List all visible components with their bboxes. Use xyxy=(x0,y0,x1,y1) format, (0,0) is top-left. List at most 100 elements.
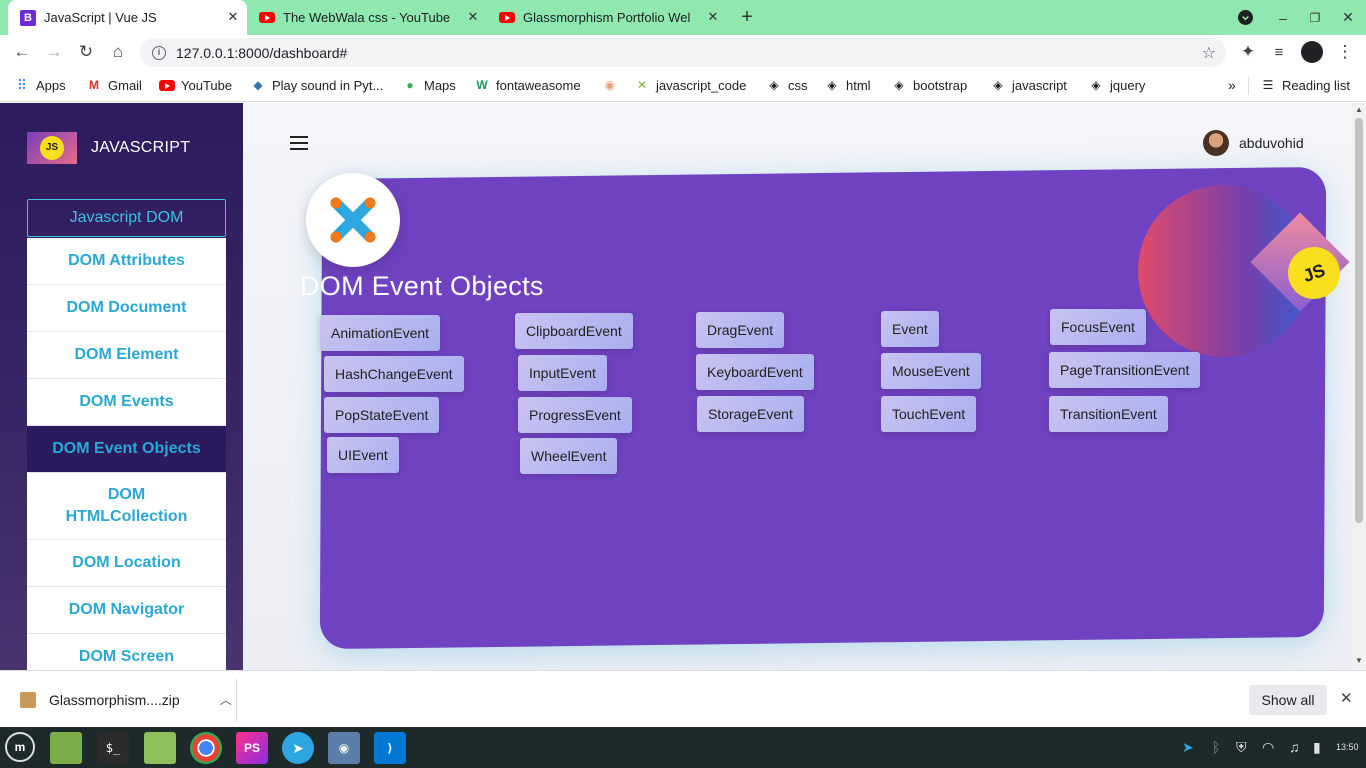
bookmark-bootstrap[interactable]: ◈ bootstrap xyxy=(891,76,967,94)
event-chip-clipboardevent[interactable]: ClipboardEvent xyxy=(515,313,633,349)
scroll-down-icon[interactable]: ▼ xyxy=(1355,656,1363,665)
profile-avatar[interactable] xyxy=(1300,40,1324,64)
files-folder-icon[interactable] xyxy=(50,732,82,764)
sidebar-item-dom-attributes[interactable]: DOM Attributes xyxy=(27,238,226,285)
bookmark-apps[interactable]: ⠿ Apps xyxy=(14,76,66,94)
event-chip-event[interactable]: Event xyxy=(881,311,939,347)
battery-icon[interactable]: ▮ xyxy=(1313,739,1321,756)
telegram-tray-icon[interactable]: ➤ xyxy=(1182,739,1194,756)
tab-search-icon[interactable] xyxy=(1230,0,1260,35)
bookmark-maps[interactable]: ● Maps xyxy=(402,76,456,94)
event-chip-progressevent[interactable]: ProgressEvent xyxy=(518,397,632,433)
bookmark-fontawesome[interactable]: Wfontaweasome xyxy=(474,76,580,94)
event-chip-keyboardevent[interactable]: KeyboardEvent xyxy=(696,354,814,390)
bookmark-label: Maps xyxy=(424,77,456,93)
bookmark-label: javascript xyxy=(1012,77,1067,93)
close-tab-icon[interactable]: ✕ xyxy=(225,9,241,25)
media-control-icon[interactable]: ≡ xyxy=(1267,40,1291,64)
sound-icon[interactable]: ♫ xyxy=(1289,739,1300,755)
event-chip-hashchangeevent[interactable]: HashChangeEvent xyxy=(324,356,464,392)
user-menu[interactable]: abduvohid xyxy=(1203,130,1304,156)
event-chip-wheelevent[interactable]: WheelEvent xyxy=(520,438,618,474)
event-chip-pagetransitionevent[interactable]: PageTransitionEvent xyxy=(1049,352,1201,388)
sidebar-item-dom-screen[interactable]: DOM Screen xyxy=(27,634,226,670)
bookmark-label: Gmail xyxy=(108,77,142,93)
back-icon[interactable]: ← xyxy=(10,40,34,64)
event-chip-animationevent[interactable]: AnimationEvent xyxy=(320,315,441,351)
event-chip-inputevent[interactable]: InputEvent xyxy=(518,355,607,391)
reading-list-button[interactable]: ☰ Reading list xyxy=(1260,76,1350,94)
section-dropdown[interactable]: Javascript DOM xyxy=(27,199,226,237)
diamond-icon: ◈ xyxy=(827,78,837,92)
more-bookmarks-icon[interactable]: » xyxy=(1228,76,1236,94)
event-chip-focusevent[interactable]: FocusEvent xyxy=(1050,309,1146,345)
event-chip-transitionevent[interactable]: TransitionEvent xyxy=(1049,396,1168,432)
bookmark-label: html xyxy=(846,77,871,93)
bookmark-avatar[interactable]: ◉ xyxy=(602,76,624,94)
event-chip-dragevent[interactable]: DragEvent xyxy=(696,312,785,348)
start-menu-icon[interactable]: m xyxy=(5,732,35,762)
scrollbar-thumb[interactable] xyxy=(1355,118,1363,523)
sidebar-item-dom-event-objects[interactable]: DOM Event Objects xyxy=(27,426,226,473)
sidebar-item-dom-navigator[interactable]: DOM Navigator xyxy=(27,587,226,634)
bookmark-javascript[interactable]: ◈ javascript xyxy=(990,76,1067,94)
event-chip-uievent[interactable]: UIEvent xyxy=(327,437,399,473)
tab-webwala-youtube[interactable]: The WebWala css - YouTube ✕ xyxy=(247,0,487,35)
chevron-up-icon[interactable]: ︿ xyxy=(220,691,232,708)
close-window-icon[interactable]: ✕ xyxy=(1333,0,1363,35)
scroll-up-icon[interactable]: ▲ xyxy=(1355,105,1363,114)
hamburger-menu-icon[interactable] xyxy=(290,136,308,150)
js-logo-icon: JS xyxy=(40,136,64,160)
show-all-button[interactable]: Show all xyxy=(1249,685,1327,715)
shield-icon[interactable]: ⛨ xyxy=(1236,739,1247,756)
forward-icon[interactable]: → xyxy=(42,40,66,64)
bookmark-css[interactable]: ◈ css xyxy=(766,76,807,94)
new-tab-button[interactable]: + xyxy=(732,0,762,35)
download-item[interactable]: Glassmorphism....zip ︿ xyxy=(20,671,232,728)
sidebar-logo[interactable]: JS xyxy=(27,132,77,164)
sidebar-item-dom-htmlcollection[interactable]: DOM HTMLCollection xyxy=(27,473,226,540)
address-bar[interactable]: i 127.0.0.1:8000/dashboard# ☆ xyxy=(140,38,1226,67)
sidebar-menu: DOM Attributes DOM Document DOM Element … xyxy=(27,238,226,670)
minimize-icon[interactable]: ‒ xyxy=(1268,0,1298,35)
url-text[interactable]: 127.0.0.1:8000/dashboard# xyxy=(176,45,347,61)
close-tab-icon[interactable]: ✕ xyxy=(465,9,481,25)
event-chip-mouseevent[interactable]: MouseEvent xyxy=(881,353,981,389)
sidebar-item-dom-location[interactable]: DOM Location xyxy=(27,540,226,587)
extensions-icon[interactable]: ✦ xyxy=(1236,40,1260,64)
reload-icon[interactable]: ↻ xyxy=(74,40,98,64)
vscode-icon[interactable]: ⟩ xyxy=(374,732,406,764)
restore-icon[interactable]: ❐ xyxy=(1300,0,1330,35)
phpstorm-icon[interactable]: PS xyxy=(236,732,268,764)
wifi-icon[interactable]: ◠ xyxy=(1262,739,1274,756)
close-download-bar-icon[interactable]: ✕ xyxy=(1340,689,1353,707)
tab-glassmorphism-youtube[interactable]: Glassmorphism Portfolio Wel ✕ xyxy=(487,0,727,35)
clock[interactable]: 13:50 xyxy=(1336,742,1359,752)
bookmark-youtube[interactable]: YouTube xyxy=(159,76,232,94)
bookmark-jquery[interactable]: ◈ jquery xyxy=(1088,76,1145,94)
bluetooth-icon[interactable]: ᛒ xyxy=(1212,739,1220,755)
sidebar-item-dom-events[interactable]: DOM Events xyxy=(27,379,226,426)
terminal-icon[interactable]: $_ xyxy=(97,732,129,764)
event-chip-touchevent[interactable]: TouchEvent xyxy=(881,396,977,432)
bookmark-html[interactable]: ◈ html xyxy=(824,76,871,94)
event-chip-popstateevent[interactable]: PopStateEvent xyxy=(324,397,440,433)
diamond-icon: ◈ xyxy=(894,78,904,92)
close-tab-icon[interactable]: ✕ xyxy=(705,9,721,25)
event-chip-storageevent[interactable]: StorageEvent xyxy=(697,396,804,432)
bookmark-play-sound[interactable]: ◆ Play sound in Pyt... xyxy=(250,76,383,94)
sidebar-item-dom-element[interactable]: DOM Element xyxy=(27,332,226,379)
tab-javascript-vue[interactable]: B JavaScript | Vue JS ✕ xyxy=(8,0,247,35)
page-scrollbar[interactable]: ▲ ▼ xyxy=(1352,103,1366,670)
screenshot-camera-icon[interactable]: ◉ xyxy=(328,732,360,764)
bookmark-javascript-code[interactable]: ✕ javascript_code xyxy=(634,76,746,94)
bookmark-gmail[interactable]: M Gmail xyxy=(86,76,142,94)
telegram-icon[interactable]: ➤ xyxy=(282,732,314,764)
menu-kebab-icon[interactable]: ⋮ xyxy=(1333,40,1357,64)
sidebar-item-dom-document[interactable]: DOM Document xyxy=(27,285,226,332)
home-icon[interactable]: ⌂ xyxy=(106,40,130,64)
bookmark-star-icon[interactable]: ☆ xyxy=(1202,43,1216,63)
home-folder-icon[interactable] xyxy=(144,732,176,764)
site-info-icon[interactable]: i xyxy=(152,45,166,60)
chrome-icon[interactable] xyxy=(190,732,222,764)
